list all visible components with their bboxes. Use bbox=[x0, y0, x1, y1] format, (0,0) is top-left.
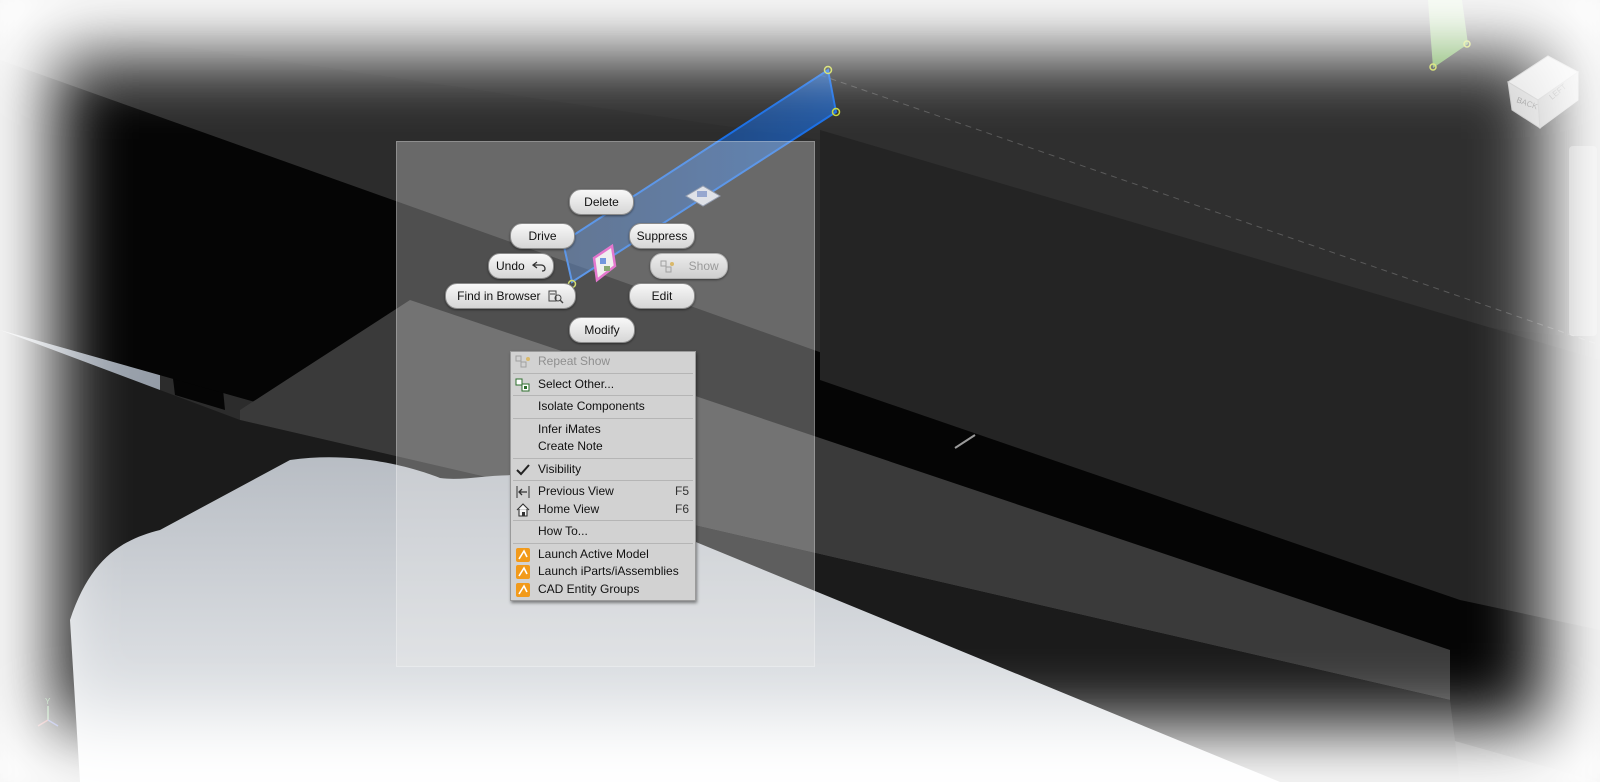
launch-iparts-label: Launch iParts/iAssemblies bbox=[538, 564, 679, 578]
visibility-label: Visibility bbox=[538, 461, 582, 476]
show-button-label: Show bbox=[688, 259, 719, 273]
previous-view-icon bbox=[516, 486, 530, 498]
launch-app-icon bbox=[516, 565, 530, 579]
drive-button[interactable]: Drive bbox=[510, 223, 575, 249]
find-in-browser-button[interactable]: Find in Browser bbox=[445, 283, 576, 309]
menu-item-visibility[interactable]: Visibility bbox=[511, 461, 695, 479]
how-to-label: How To... bbox=[538, 524, 588, 538]
create-note-label: Create Note bbox=[538, 439, 603, 453]
navigation-bar[interactable] bbox=[1569, 146, 1597, 336]
menu-item-cad-entity-groups[interactable]: CAD Entity Groups bbox=[511, 581, 695, 599]
select-other-icon bbox=[515, 378, 530, 391]
home-view-label: Home View bbox=[538, 501, 600, 516]
context-menu: Repeat Show Select Other... Isolate Comp… bbox=[510, 351, 696, 601]
edit-button-label: Edit bbox=[651, 289, 673, 303]
select-other-label: Select Other... bbox=[538, 376, 615, 391]
menu-item-repeat-show[interactable]: Repeat Show bbox=[511, 353, 695, 371]
find-in-browser-label: Find in Browser bbox=[457, 289, 541, 303]
menu-item-select-other[interactable]: Select Other... bbox=[511, 376, 695, 394]
launch-app-icon bbox=[516, 547, 530, 562]
menu-item-how-to[interactable]: How To... bbox=[511, 523, 695, 541]
edit-button[interactable]: Edit bbox=[629, 283, 695, 309]
launch-app-icon bbox=[516, 582, 530, 597]
undo-icon bbox=[532, 261, 546, 272]
drive-button-label: Drive bbox=[528, 229, 557, 243]
menu-item-launch-iparts[interactable]: Launch iParts/iAssemblies bbox=[511, 563, 695, 581]
home-view-shortcut: F6 bbox=[674, 501, 689, 516]
previous-view-shortcut: F5 bbox=[674, 484, 689, 498]
menu-item-isolate-components[interactable]: Isolate Components bbox=[511, 398, 695, 416]
home-icon bbox=[516, 502, 530, 517]
undo-button-label: Undo bbox=[495, 259, 525, 273]
menu-item-infer-imates[interactable]: Infer iMates bbox=[511, 421, 695, 439]
repeat-show-icon bbox=[515, 355, 530, 368]
previous-view-label: Previous View bbox=[538, 484, 614, 498]
repeat-show-label: Repeat Show bbox=[538, 354, 611, 368]
infer-imates-label: Infer iMates bbox=[538, 421, 601, 436]
menu-separator bbox=[513, 417, 693, 419]
menu-separator bbox=[513, 395, 693, 396]
undo-button[interactable]: Undo bbox=[488, 253, 554, 279]
cad-entity-groups-label: CAD Entity Groups bbox=[538, 581, 640, 596]
show-button[interactable]: Show bbox=[650, 253, 728, 279]
menu-separator bbox=[513, 457, 693, 459]
isolate-components-label: Isolate Components bbox=[538, 399, 645, 413]
menu-item-launch-active-model[interactable]: Launch Active Model bbox=[511, 546, 695, 564]
triad-y-label: Y bbox=[45, 697, 51, 706]
menu-separator bbox=[513, 542, 693, 544]
menu-item-create-note[interactable]: Create Note bbox=[511, 438, 695, 456]
menu-item-home-view[interactable]: Home View F6 bbox=[511, 501, 695, 519]
menu-separator bbox=[513, 520, 693, 521]
menu-separator bbox=[513, 372, 693, 374]
menu-item-previous-view[interactable]: Previous View F5 bbox=[511, 483, 695, 501]
show-icon bbox=[660, 260, 675, 273]
delete-button-label: Delete bbox=[584, 195, 619, 209]
delete-button[interactable]: Delete bbox=[569, 189, 634, 215]
launch-active-model-label: Launch Active Model bbox=[538, 546, 649, 561]
browser-search-icon bbox=[548, 290, 564, 304]
suppress-button[interactable]: Suppress bbox=[629, 223, 695, 249]
menu-separator bbox=[513, 480, 693, 481]
modify-button-label: Modify bbox=[584, 323, 620, 337]
checkmark-icon bbox=[516, 463, 530, 475]
suppress-button-label: Suppress bbox=[636, 229, 688, 243]
modify-button[interactable]: Modify bbox=[569, 317, 635, 343]
